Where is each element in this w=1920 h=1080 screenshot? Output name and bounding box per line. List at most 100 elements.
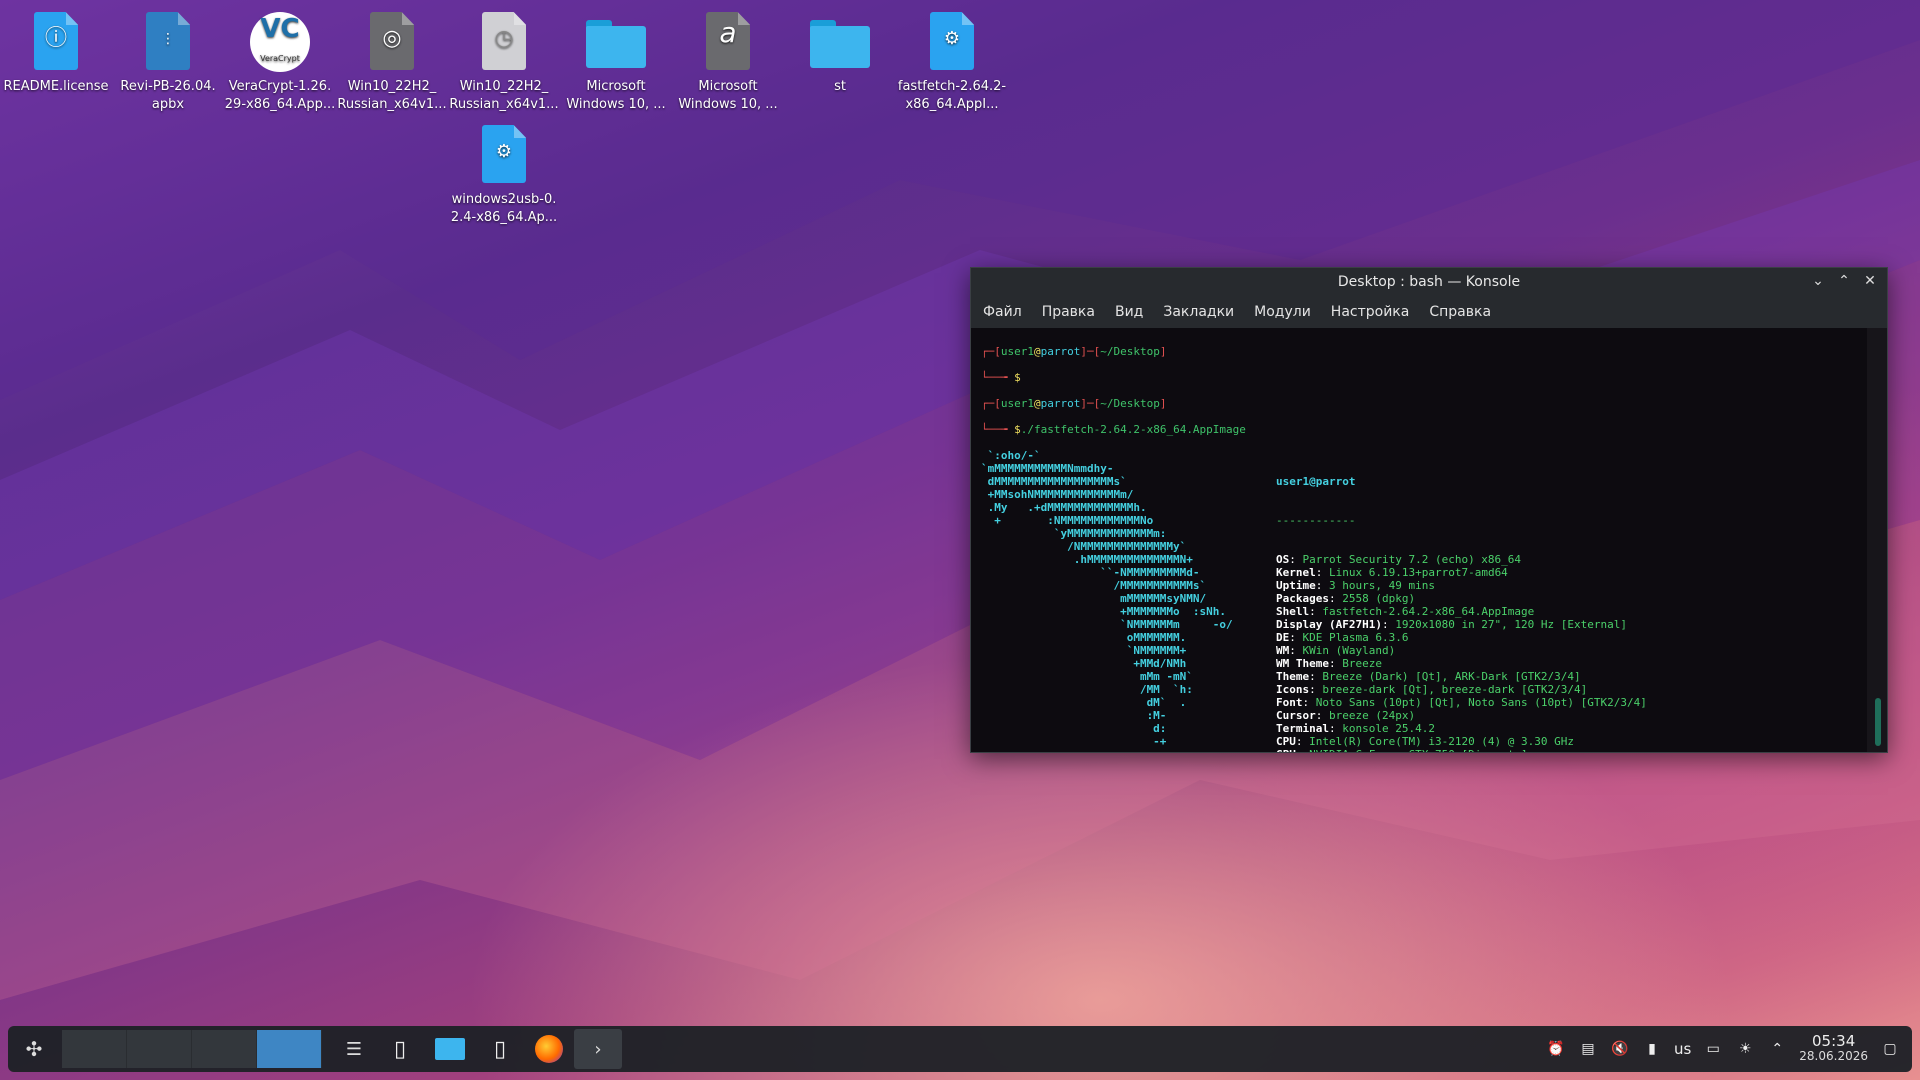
konsole-icon[interactable]: ›: [574, 1029, 622, 1069]
notifications-icon[interactable]: ⏰: [1546, 1039, 1566, 1059]
info-line: Packages: 2558 (dpkg): [1276, 592, 1416, 605]
system-info: user1@parrot ------------ OS: Parrot Sec…: [1276, 449, 1647, 752]
virtual-desktop-1[interactable]: [62, 1030, 127, 1068]
menu-bookmarks[interactable]: Закладки: [1163, 304, 1234, 320]
desktop-icon-label: windows2usb-0. 2.4-x86_64.Ap...: [450, 192, 558, 225]
konsole-window[interactable]: Desktop : bash — Konsole ⌄ ⌃ ✕ Файл Прав…: [970, 267, 1888, 753]
logo-line: -+: [981, 735, 1167, 748]
prompt-line: └──╼ $: [981, 371, 1021, 384]
info-value: Breeze: [1342, 657, 1382, 670]
info-key: Terminal: [1276, 722, 1329, 735]
menu-settings[interactable]: Настройка: [1331, 304, 1410, 320]
display-icon[interactable]: ▭: [1703, 1039, 1723, 1059]
desktop-icon-win10-iso[interactable]: ◎ Win10_22H2_ Russian_x64v1...: [336, 2, 448, 114]
info-line: DE: KDE Plasma 6.3.6: [1276, 631, 1409, 644]
desktop-icon-veracrypt[interactable]: VC VeraCrypt VeraCrypt-1.26. 29-x86_64.Ap…: [224, 2, 336, 114]
app-launcher-icon[interactable]: ✣: [14, 1029, 54, 1069]
logo-line: +MMsohNMMMMMMMMMMMMMm/: [981, 488, 1134, 501]
info-value: Linux 6.19.13+parrot7-amd64: [1329, 566, 1508, 579]
logo-line: `mMMMMMMMMMMMNmmdhy-: [981, 462, 1114, 475]
scrollbar-thumb[interactable]: [1875, 698, 1881, 746]
close-icon[interactable]: ✕: [1861, 272, 1879, 290]
chevron-up-icon[interactable]: ⌃: [1767, 1039, 1787, 1059]
desktop-icon-label: VeraCrypt-1.26. 29-x86_64.App...: [224, 79, 336, 112]
info-value: 2558 (dpkg): [1342, 592, 1416, 605]
desktop-icon-windows2usb[interactable]: ⚙ windows2usb-0. 2.4-x86_64.Ap...: [448, 115, 560, 227]
brightness-icon[interactable]: ☀: [1735, 1039, 1755, 1059]
menu-edit[interactable]: Правка: [1042, 304, 1095, 320]
logo-line: `:oho/-`: [981, 449, 1041, 462]
disc-image-icon: ◎: [382, 26, 402, 51]
firefox-icon[interactable]: [524, 1029, 574, 1069]
info-value: 1920x1080 in 27", 120 Hz [External]: [1395, 618, 1628, 631]
desktop-icon-revi[interactable]: ⋮ Revi-PB-26.04. apbx: [112, 2, 224, 114]
desktop-icon-readme[interactable]: ⓘ README.license: [0, 2, 112, 96]
info-key: Shell: [1276, 605, 1310, 618]
clipboard-icon[interactable]: ▤: [1578, 1039, 1598, 1059]
info-line: GPU: NVIDIA GeForce GTX 750 [Discrete]: [1276, 748, 1647, 752]
info-key: WM Theme: [1276, 657, 1329, 670]
logo-line: dM` .: [981, 696, 1187, 709]
desktop-icon-label: Win10_22H2_ Russian_x64v1...: [449, 79, 559, 112]
veracrypt-icon: VC VeraCrypt: [250, 12, 310, 72]
logo-line: `NMMMMMMm -o/: [981, 618, 1233, 631]
text-document-icon[interactable]: ▯: [476, 1029, 524, 1069]
show-desktop-icon[interactable]: ▢: [1880, 1039, 1900, 1059]
info-value: KWin (Wayland): [1302, 644, 1396, 657]
file-manager-icon[interactable]: [424, 1029, 476, 1069]
info-line: Terminal: konsole 25.4.2: [1276, 722, 1435, 735]
info-key: Cursor: [1276, 709, 1316, 722]
terminal-output[interactable]: ┌─[user1@parrot]─[~/Desktop] └──╼ $ ┌─[u…: [971, 328, 1867, 752]
clock[interactable]: 05:34 28.06.2026: [1799, 1034, 1868, 1064]
logo-line: `NMMMMMM+: [981, 644, 1187, 657]
logo-line: `yMMMMMMMMMMMMMm:: [981, 527, 1167, 540]
info-document-icon: ⓘ: [44, 26, 67, 51]
command-line: └──╼ $./fastfetch-2.64.2-x86_64.AppImage: [981, 423, 1246, 436]
virtual-desktop-4[interactable]: [257, 1030, 322, 1068]
info-value: Intel(R) Core(TM) i3-2120 (4) @ 3.30 GHz: [1309, 735, 1575, 748]
logo-line: :M-: [981, 709, 1167, 722]
desktop-icon-label: Microsoft Windows 10, ...: [566, 79, 666, 112]
menu-help[interactable]: Справка: [1429, 304, 1491, 320]
info-key: Font: [1276, 696, 1303, 709]
info-key: Kernel: [1276, 566, 1316, 579]
info-value: NVIDIA GeForce GTX 750 [Discrete]: [1309, 748, 1528, 752]
volume-muted-icon[interactable]: 🔇: [1610, 1039, 1630, 1059]
logo-line: d:: [981, 722, 1167, 735]
menubar: Файл Правка Вид Закладки Модули Настройк…: [971, 296, 1887, 328]
info-key: GPU: [1276, 748, 1296, 752]
info-line: WM: KWin (Wayland): [1276, 644, 1396, 657]
scrollbar[interactable]: [1867, 328, 1887, 752]
logo-line: +MMd/NMh: [981, 657, 1187, 670]
system-tray: ⏰ ▤ 🔇 ▮ us ▭ ☀ ⌃ 05:34 28.06.2026 ▢: [1546, 1026, 1912, 1072]
desktop-icon-label: st: [834, 79, 846, 94]
info-value: Breeze (Dark) [Qt], ARK-Dark [GTK2/3/4]: [1322, 670, 1581, 683]
info-line: Icons: breeze-dark [Qt], breeze-dark [GT…: [1276, 683, 1588, 696]
text-document-icon[interactable]: ▯: [376, 1029, 424, 1069]
minimize-icon[interactable]: ⌄: [1809, 272, 1827, 290]
removable-device-icon[interactable]: ▮: [1642, 1039, 1662, 1059]
keyboard-layout[interactable]: us: [1674, 1040, 1691, 1058]
virtual-desktop-2[interactable]: [127, 1030, 192, 1068]
desktop-icon-fastfetch[interactable]: ⚙ fastfetch-2.64.2- x86_64.AppI...: [896, 2, 1008, 114]
desktop-icon-ms-folder[interactable]: Microsoft Windows 10, ...: [560, 2, 672, 114]
virtual-desktop-pager[interactable]: [62, 1030, 322, 1068]
clock-time: 05:34: [1812, 1032, 1856, 1050]
desktop-icon-st-folder[interactable]: st: [784, 2, 896, 96]
info-key: Uptime: [1276, 579, 1316, 592]
info-key: CPU: [1276, 735, 1296, 748]
desktop-icon-ms-font[interactable]: a Microsoft Windows 10, ...: [672, 2, 784, 114]
info-value: 3 hours, 49 mins: [1329, 579, 1435, 592]
logo-line: .My .+dMMMMMMMMMMMMMh.: [981, 501, 1147, 514]
system-settings-icon[interactable]: ☰: [332, 1029, 376, 1069]
desktop-icon-win10-part[interactable]: ◷ Win10_22H2_ Russian_x64v1...: [448, 2, 560, 114]
desktop-icon-label: README.license: [3, 79, 109, 94]
menu-plugins[interactable]: Модули: [1254, 304, 1311, 320]
maximize-icon[interactable]: ⌃: [1835, 272, 1853, 290]
info-key: WM: [1276, 644, 1290, 657]
virtual-desktop-3[interactable]: [192, 1030, 257, 1068]
menu-file[interactable]: Файл: [983, 304, 1022, 320]
info-line: Display (AF27H1): 1920x1080 in 27", 120 …: [1276, 618, 1628, 631]
window-titlebar[interactable]: Desktop : bash — Konsole ⌄ ⌃ ✕: [971, 268, 1887, 296]
menu-view[interactable]: Вид: [1115, 304, 1143, 320]
